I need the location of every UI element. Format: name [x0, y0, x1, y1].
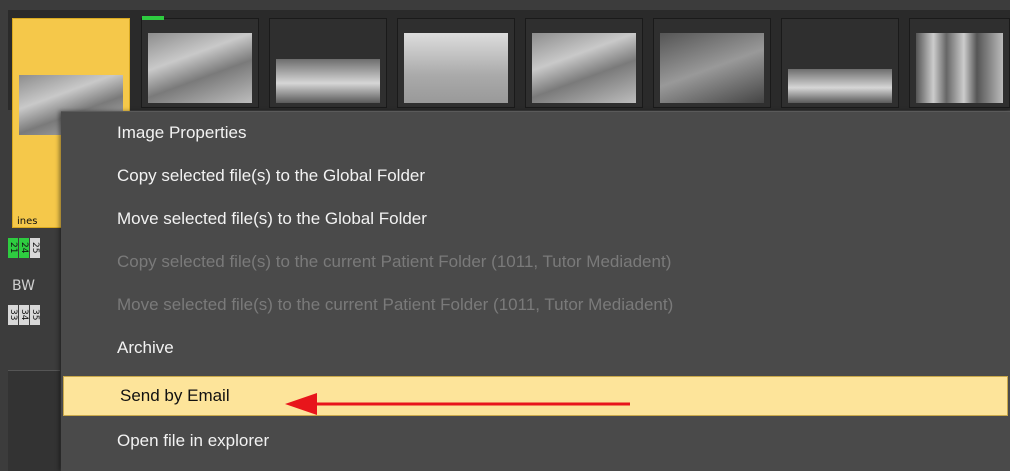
thumbnail[interactable]	[141, 16, 259, 108]
thumbnail[interactable]	[269, 18, 387, 108]
xray-image	[916, 33, 1003, 103]
menu-item-copy-global[interactable]: Copy selected file(s) to the Global Fold…	[61, 160, 1010, 192]
xray-image	[148, 33, 252, 103]
thumbnail[interactable]	[525, 18, 643, 108]
tooth-numbers-lower: 33 34 35	[8, 305, 40, 325]
menu-item-open-explorer[interactable]: Open file in explorer	[61, 425, 1010, 457]
tooth-number[interactable]: 33	[8, 305, 18, 325]
context-menu: Image Properties Copy selected file(s) t…	[61, 111, 1010, 471]
thumbnail[interactable]	[653, 18, 771, 108]
tooth-number[interactable]: 21	[8, 238, 18, 258]
xray-image	[660, 33, 764, 103]
thumbnail[interactable]	[397, 18, 515, 108]
xray-image	[404, 33, 508, 103]
tooth-number[interactable]: 35	[30, 305, 40, 325]
bitewing-label: BW	[12, 278, 35, 294]
menu-item-image-properties[interactable]: Image Properties	[61, 117, 1010, 149]
xray-image	[276, 59, 380, 103]
menu-item-move-patient: Move selected file(s) to the current Pat…	[117, 295, 674, 314]
menu-item-copy-patient: Copy selected file(s) to the current Pat…	[117, 252, 672, 271]
annotation-arrow-icon	[285, 393, 630, 415]
thumbnail-caption: ines	[17, 216, 38, 227]
thumbnail[interactable]	[909, 18, 1010, 108]
tooth-number[interactable]: 25	[30, 238, 40, 258]
left-panel	[8, 370, 60, 471]
menu-item-move-global[interactable]: Move selected file(s) to the Global Fold…	[61, 203, 1010, 235]
xray-image	[788, 69, 892, 103]
xray-image	[532, 33, 636, 103]
status-marker	[142, 16, 164, 20]
tooth-numbers-upper: 21 24 25	[8, 238, 40, 258]
tooth-number[interactable]: 34	[19, 305, 29, 325]
menu-item-archive[interactable]: Archive	[61, 332, 1010, 364]
tooth-number[interactable]: 24	[19, 238, 29, 258]
thumbnail[interactable]	[781, 18, 899, 108]
